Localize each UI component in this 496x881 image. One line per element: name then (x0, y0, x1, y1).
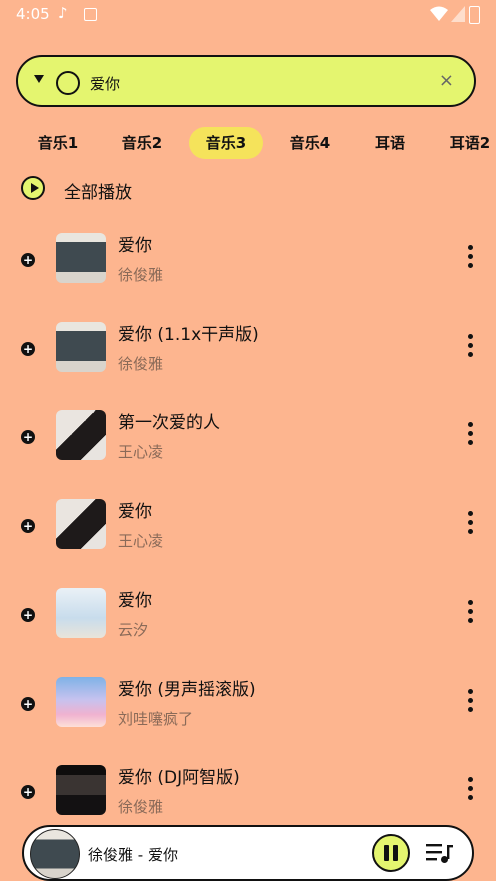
clear-icon[interactable]: × (439, 71, 454, 91)
album-cover (56, 499, 106, 549)
tab-music1[interactable]: 音乐1 (22, 127, 94, 159)
add-icon[interactable]: + (21, 430, 35, 444)
tab-music4[interactable]: 音乐4 (274, 127, 346, 159)
player-album-art[interactable] (30, 829, 80, 879)
add-icon[interactable]: + (21, 608, 35, 622)
song-artist: 刘哇噻疯了 (118, 710, 194, 728)
song-row[interactable]: + 爱你 (男声摇滚版) 刘哇噻疯了 (0, 677, 496, 765)
play-all-label: 全部播放 (64, 183, 132, 203)
song-artist: 徐俊雅 (118, 355, 164, 373)
song-title: 第一次爱的人 (118, 413, 220, 433)
song-row[interactable]: + 爱你 (1.1x干声版) 徐俊雅 (0, 322, 496, 410)
search-input[interactable]: 爱你 (90, 73, 120, 94)
album-cover (56, 322, 106, 372)
status-time: 4:05 (16, 5, 50, 23)
song-title: 爱你 (118, 502, 152, 522)
tab-music2[interactable]: 音乐2 (106, 127, 178, 159)
add-icon[interactable]: + (21, 519, 35, 533)
tab-whisper[interactable]: 耳语 (358, 127, 422, 159)
song-row[interactable]: + 爱你 王心凌 (0, 499, 496, 587)
song-row[interactable]: + 爱你 云汐 (0, 588, 496, 676)
battery-icon (469, 6, 480, 24)
album-cover (56, 765, 106, 815)
mini-player[interactable]: 徐俊雅 - 爱你 (22, 825, 474, 881)
more-options-icon[interactable] (468, 245, 474, 269)
song-title: 爱你 (118, 236, 152, 256)
status-bar: 4:05 ♪ (0, 0, 496, 30)
song-artist: 徐俊雅 (118, 266, 164, 284)
song-title: 爱你 (1.1x干声版) (118, 325, 259, 345)
now-playing-text: 徐俊雅 - 爱你 (88, 846, 178, 864)
album-cover (56, 588, 106, 638)
tab-whisper2[interactable]: 耳语2 (434, 127, 496, 159)
song-row[interactable]: + 第一次爱的人 王心凌 (0, 410, 496, 498)
add-icon[interactable]: + (21, 785, 35, 799)
song-title: 爱你 (男声摇滚版) (118, 680, 256, 700)
notification-icon (84, 8, 97, 21)
search-bar[interactable]: 爱你 × (16, 55, 476, 107)
album-cover (56, 410, 106, 460)
song-artist: 徐俊雅 (118, 798, 164, 816)
song-artist: 云汐 (118, 621, 149, 639)
song-row[interactable]: + 爱你 徐俊雅 (0, 233, 496, 321)
song-title: 爱你 (DJ阿智版) (118, 768, 240, 788)
add-icon[interactable]: + (21, 342, 35, 356)
wifi-icon (430, 6, 448, 21)
music-note-icon: ♪ (58, 4, 68, 22)
source-circle-icon[interactable] (56, 71, 80, 95)
dropdown-arrow-icon[interactable] (34, 75, 44, 83)
album-cover (56, 233, 106, 283)
song-artist: 王心凌 (118, 532, 164, 550)
add-icon[interactable]: + (21, 253, 35, 267)
more-options-icon[interactable] (468, 777, 474, 801)
more-options-icon[interactable] (468, 600, 474, 624)
play-icon[interactable] (21, 176, 45, 200)
more-options-icon[interactable] (468, 422, 474, 446)
playlist-icon[interactable] (426, 841, 454, 865)
pause-button[interactable] (372, 834, 410, 872)
add-icon[interactable]: + (21, 697, 35, 711)
tab-music3[interactable]: 音乐3 (189, 127, 263, 159)
more-options-icon[interactable] (468, 689, 474, 713)
more-options-icon[interactable] (468, 511, 474, 535)
song-title: 爱你 (118, 591, 152, 611)
album-cover (56, 677, 106, 727)
more-options-icon[interactable] (468, 334, 474, 358)
signal-icon (451, 6, 465, 22)
song-artist: 王心凌 (118, 443, 164, 461)
source-tabs: 音乐1 音乐2 音乐3 音乐4 耳语 耳语2 (0, 125, 496, 161)
